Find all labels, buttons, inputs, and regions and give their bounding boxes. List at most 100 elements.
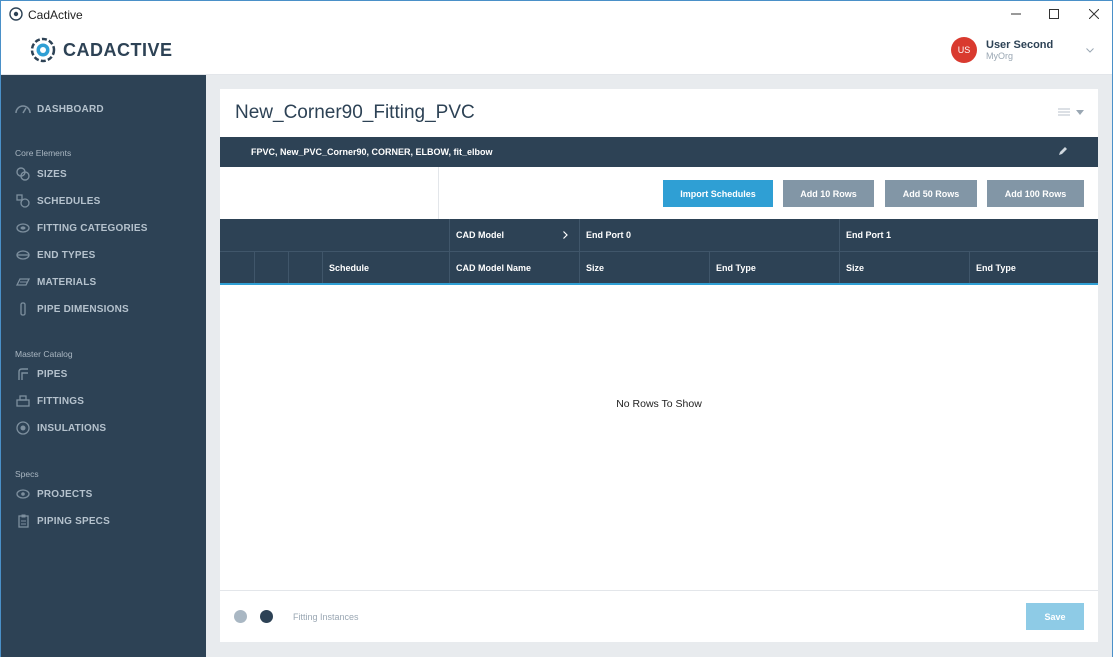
pipes-icon [15, 367, 31, 381]
sidebar-item-label: PROJECTS [37, 488, 93, 500]
add-100-rows-button[interactable]: Add 100 Rows [987, 180, 1084, 207]
materials-icon [15, 275, 31, 289]
sidebar-item-sizes[interactable]: SIZES [15, 165, 67, 183]
sidebar-item-label: FITTINGS [37, 395, 85, 407]
sidebar-item-schedules[interactable]: SCHEDULES [15, 192, 100, 210]
pencil-icon[interactable] [1058, 146, 1068, 156]
col-separator [579, 219, 580, 283]
tags-bar: FPVC, New_PVC_Corner90, CORNER, ELBOW, f… [220, 137, 1098, 167]
insulations-icon [15, 421, 31, 435]
group-header-end-port-1[interactable]: End Port 1 [839, 219, 1098, 251]
pipe-dimensions-icon [15, 302, 31, 316]
schedules-icon [15, 194, 31, 208]
user-name: User Second [986, 39, 1054, 51]
section-core-elements: Core Elements [15, 148, 72, 158]
column-header-blank-2[interactable] [288, 252, 322, 284]
sidebar-item-projects[interactable]: PROJECTS [15, 485, 93, 503]
col-separator [322, 252, 323, 283]
column-header-cad-model-name[interactable]: CAD Model Name [449, 252, 579, 284]
col-separator [709, 252, 710, 283]
title-bar: CadActive [1, 1, 1112, 27]
sidebar-item-label: INSULATIONS [37, 422, 107, 434]
minimize-button[interactable] [999, 1, 1033, 27]
column-header-size-port0[interactable]: Size [579, 252, 709, 284]
sidebar-item-label: PIPE DIMENSIONS [37, 303, 129, 315]
menu-icon [1058, 108, 1070, 116]
save-button[interactable]: Save [1026, 603, 1084, 630]
card-footer: Fitting Instances Save [220, 590, 1098, 642]
app-icon [9, 7, 23, 21]
sidebar-item-materials[interactable]: MATERIALS [15, 273, 96, 291]
user-org: MyOrg [986, 51, 1013, 61]
user-info: User Second MyOrg [986, 39, 1078, 61]
chevron-down-icon [1086, 47, 1094, 53]
group-header-row: CAD Model End Port 0 End Port 1 [220, 219, 1098, 251]
fitting-card: New_Corner90_Fitting_PVC FPVC, New_PVC_C… [220, 89, 1098, 642]
group-header-cad-model[interactable]: CAD Model [449, 219, 579, 251]
col-separator [969, 252, 970, 283]
sidebar-item-label: PIPES [37, 368, 68, 380]
col-separator [449, 219, 450, 283]
sidebar-item-dashboard[interactable]: DASHBOARD [15, 100, 104, 118]
sidebar-item-label: PIPING SPECS [37, 515, 110, 527]
column-header-row: Schedule CAD Model Name Size End Type Si… [220, 252, 1098, 284]
section-master-catalog: Master Catalog [15, 349, 73, 359]
add-10-rows-button[interactable]: Add 10 Rows [783, 180, 874, 207]
close-button[interactable] [1077, 1, 1111, 27]
col-separator [839, 219, 840, 283]
projects-icon [15, 487, 31, 501]
maximize-button[interactable] [1037, 1, 1071, 27]
sidebar: DASHBOARD Core Elements SIZES SCHEDULES … [1, 75, 206, 657]
sidebar-item-end-types[interactable]: END TYPES [15, 246, 95, 264]
section-specs: Specs [15, 469, 39, 479]
column-header-blank-1[interactable] [254, 252, 288, 284]
avatar: US [951, 37, 977, 63]
page-title: New_Corner90_Fitting_PVC [235, 102, 475, 123]
user-menu[interactable]: US User Second MyOrg [951, 37, 1094, 63]
logo-text: CADACTIVE [63, 39, 173, 60]
toolbar-divider [438, 167, 439, 219]
empty-grid-message: No Rows To Show [616, 398, 702, 410]
column-header-select[interactable] [220, 252, 254, 284]
minimize-icon [1011, 13, 1021, 15]
sidebar-item-label: SIZES [37, 168, 67, 180]
group-header-end-port-0[interactable]: End Port 0 [579, 219, 839, 251]
sidebar-item-insulations[interactable]: INSULATIONS [15, 419, 106, 437]
tags-text: FPVC, New_PVC_Corner90, CORNER, ELBOW, f… [251, 147, 493, 157]
grid-toolbar: Import Schedules Add 10 Rows Add 50 Rows… [220, 167, 1098, 219]
sidebar-item-label: DASHBOARD [37, 103, 104, 115]
sidebar-item-label: MATERIALS [37, 276, 97, 288]
window-title: CadActive [28, 8, 83, 22]
logo[interactable]: CADACTIVE [29, 36, 173, 64]
pager-dot[interactable] [234, 610, 247, 623]
sidebar-item-label: FITTING CATEGORIES [37, 222, 148, 234]
logo-icon [30, 37, 56, 63]
sidebar-item-fittings[interactable]: FITTINGS [15, 392, 84, 410]
import-schedules-button[interactable]: Import Schedules [663, 180, 773, 207]
sidebar-item-fitting-categories[interactable]: FITTING CATEGORIES [15, 219, 148, 237]
sidebar-item-piping-specs[interactable]: PIPING SPECS [15, 512, 110, 530]
column-header-size-port1[interactable]: Size [839, 252, 969, 284]
sidebar-item-label: SCHEDULES [37, 195, 101, 207]
dashboard-icon [15, 102, 31, 116]
pager-dot-active[interactable] [260, 610, 273, 623]
fittings-icon [15, 394, 31, 408]
main-content: New_Corner90_Fitting_PVC FPVC, New_PVC_C… [206, 75, 1112, 657]
fitting-categories-icon [15, 221, 31, 235]
sidebar-item-pipe-dimensions[interactable]: PIPE DIMENSIONS [15, 300, 129, 318]
sidebar-item-pipes[interactable]: PIPES [15, 365, 67, 383]
column-header-end-type-port1[interactable]: End Type [969, 252, 1098, 284]
sizes-icon [15, 167, 31, 181]
add-50-rows-button[interactable]: Add 50 Rows [885, 180, 977, 207]
column-header-schedule[interactable]: Schedule [322, 252, 449, 284]
footer-label: Fitting Instances [293, 612, 359, 622]
caret-down-icon [1076, 109, 1084, 115]
end-types-icon [15, 248, 31, 262]
group-header-label: CAD Model [456, 230, 504, 240]
close-icon [1089, 9, 1099, 19]
options-menu-button[interactable] [1058, 108, 1084, 116]
clipboard-icon [15, 514, 31, 528]
grid-header: CAD Model End Port 0 End Port 1 Schedule… [220, 219, 1098, 285]
chevron-right-icon [563, 231, 568, 239]
column-header-end-type-port0[interactable]: End Type [709, 252, 839, 284]
